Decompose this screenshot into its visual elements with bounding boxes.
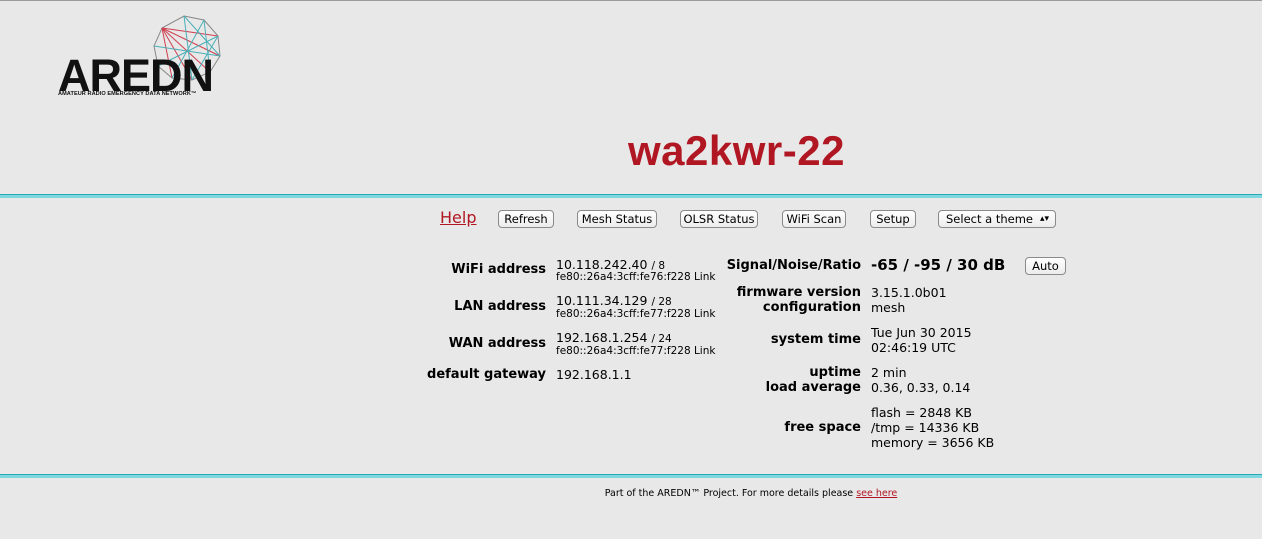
configuration-value: mesh	[871, 300, 906, 315]
default-gateway-label: default gateway	[427, 367, 546, 382]
see-here-link[interactable]: see here	[856, 488, 897, 499]
refresh-button[interactable]: Refresh	[498, 210, 554, 228]
system-time-clock: 02:46:19 UTC	[871, 340, 956, 355]
default-gateway-value: 192.168.1.1	[556, 367, 632, 382]
load-average-label: load average	[765, 380, 861, 395]
footer-text: Part of the AREDN™ Project. For more det…	[604, 488, 857, 499]
logo-tagline: AMATEUR RADIO EMERGENCY DATA NETWORK™	[58, 91, 197, 97]
wan-ipv6-value: fe80::26a4:3cff:fe77:f228 Link	[556, 345, 716, 357]
wifi-scan-button[interactable]: WiFi Scan	[782, 210, 846, 228]
theme-select[interactable]: Select a theme ▴▾	[938, 210, 1056, 228]
wifi-ipv6-value: fe80::26a4:3cff:fe76:f228 Link	[556, 271, 716, 283]
uptime-label: uptime	[809, 365, 861, 380]
olsr-status-button[interactable]: OLSR Status	[680, 210, 758, 228]
mesh-status-button[interactable]: Mesh Status	[577, 210, 657, 228]
footer: Part of the AREDN™ Project. For more det…	[0, 488, 1262, 499]
load-average-value: 0.36, 0.33, 0.14	[871, 380, 971, 395]
flash-space-value: flash = 2848 KB	[871, 405, 972, 420]
footer-divider	[0, 474, 1262, 478]
setup-button[interactable]: Setup	[870, 210, 916, 228]
top-border	[0, 0, 1262, 1]
select-arrows-icon: ▴▾	[1039, 214, 1049, 224]
wan-address-label: WAN address	[448, 336, 546, 351]
aredn-logo: AREDN AMATEUR RADIO EMERGENCY DATA NETWO…	[56, 14, 226, 104]
theme-select-value: Select a theme	[946, 212, 1033, 226]
system-time-label: system time	[770, 332, 861, 347]
header-divider	[0, 194, 1262, 198]
firmware-version-label: firmware version	[736, 285, 861, 300]
lan-address-label: LAN address	[454, 299, 546, 314]
lan-address-value: 10.111.34.129 / 28	[556, 293, 672, 308]
auto-button[interactable]: Auto	[1025, 257, 1066, 275]
lan-ipv6-value: fe80::26a4:3cff:fe77:f228 Link	[556, 308, 716, 320]
wifi-address-label: WiFi address	[451, 262, 546, 277]
tmp-space-value: /tmp = 14336 KB	[871, 420, 980, 435]
snr-label: Signal/Noise/Ratio	[726, 258, 861, 273]
wifi-address-value: 10.118.242.40 / 8	[556, 257, 665, 272]
snr-value: -65 / -95 / 30 dB	[871, 256, 1006, 274]
free-space-label: free space	[784, 420, 861, 435]
configuration-label: configuration	[762, 300, 861, 315]
memory-space-value: memory = 3656 KB	[871, 435, 995, 450]
system-time-date: Tue Jun 30 2015	[871, 325, 972, 340]
firmware-version-value: 3.15.1.0b01	[871, 285, 947, 300]
uptime-value: 2 min	[871, 365, 907, 380]
node-name-title: wa2kwr-22	[628, 127, 845, 174]
wan-address-value: 192.168.1.254 / 24	[556, 330, 672, 345]
help-link[interactable]: Help	[440, 208, 476, 227]
